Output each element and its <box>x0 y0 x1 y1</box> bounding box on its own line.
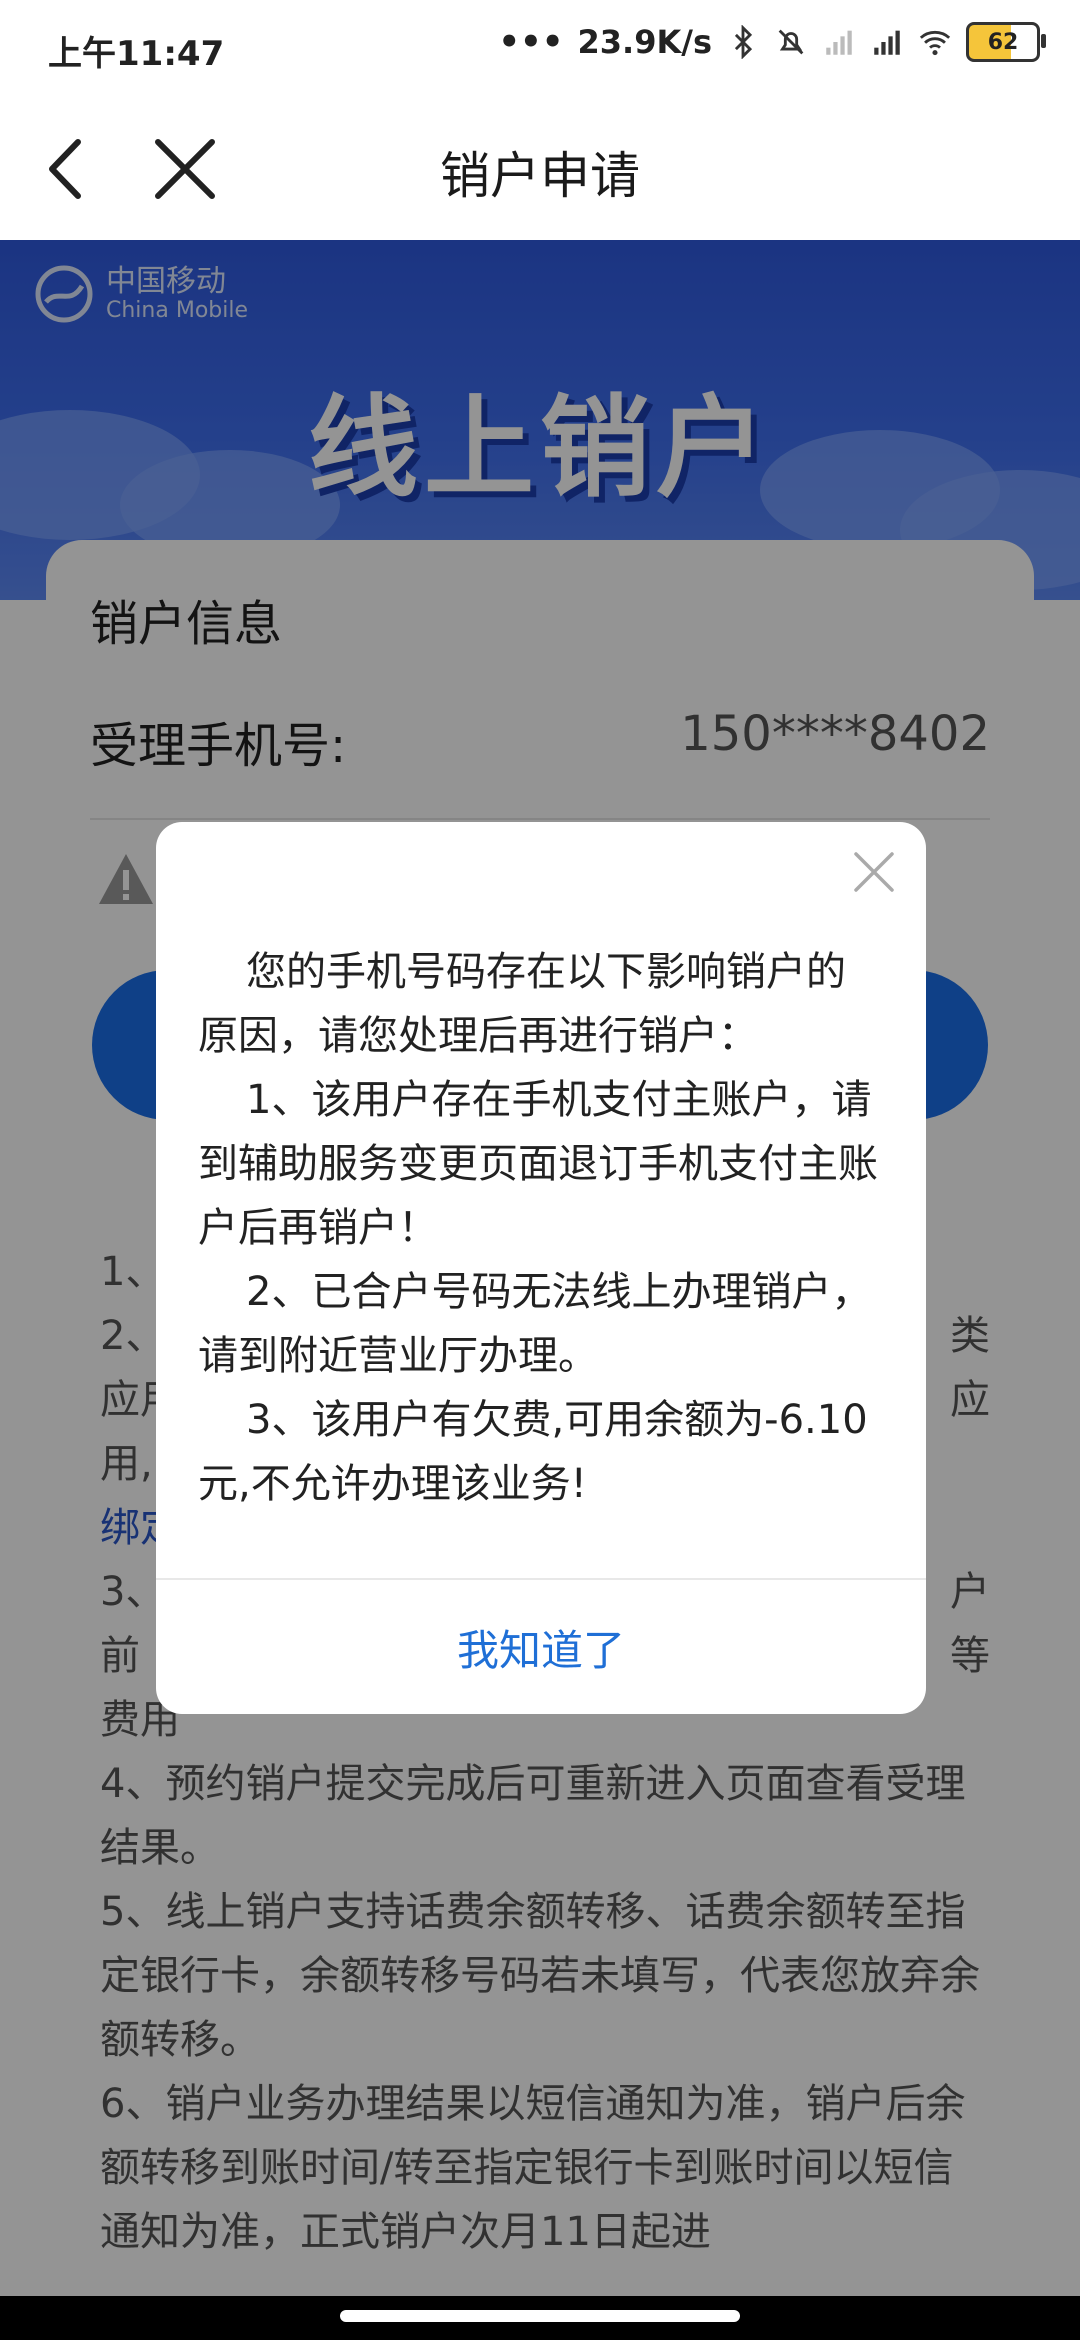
acknowledge-button[interactable]: 我知道了 <box>156 1580 926 1714</box>
dialog-reason-2: 2、已合户号码无法线上办理销户，请到附近营业厅办理。 <box>198 1269 872 1379</box>
dialog-reason-3: 3、该用户有欠费,可用余额为-6.10元,不允许办理该业务! <box>198 1397 868 1507</box>
dialog-close-icon[interactable] <box>850 848 898 896</box>
signal-weak-icon <box>826 30 852 55</box>
page-title: 销户申请 <box>440 147 640 205</box>
cancellation-blocked-dialog: 您的手机号码存在以下影响销户的原因，请您处理后再进行销户： 1、该用户存在手机支… <box>156 822 926 1714</box>
home-indicator[interactable] <box>340 2310 740 2322</box>
app-header: 销户申请 <box>0 96 1080 240</box>
status-icons: ••• 23.9K/s 62 <box>498 22 1046 62</box>
more-dots-icon: ••• <box>498 22 564 62</box>
dialog-intro: 您的手机号码存在以下影响销户的原因，请您处理后再进行销户： <box>198 949 846 1059</box>
wifi-icon <box>919 30 951 56</box>
mute-bell-icon <box>778 29 804 55</box>
status-time: 上午11:47 <box>48 34 225 74</box>
signal-hd-icon <box>874 30 900 55</box>
battery-icon: 62 <box>966 22 1046 62</box>
net-speed: 23.9K/s <box>577 23 712 61</box>
status-bar: 上午11:47 ••• 23.9K/s 62 <box>0 0 1080 96</box>
bluetooth-icon <box>734 25 753 59</box>
battery-level: 62 <box>987 29 1019 55</box>
dialog-reason-1: 1、该用户存在手机支付主账户，请到辅助服务变更页面退订手机支付主账户后再销户！ <box>198 1077 878 1251</box>
dialog-message: 您的手机号码存在以下影响销户的原因，请您处理后再进行销户： 1、该用户存在手机支… <box>198 940 884 1516</box>
